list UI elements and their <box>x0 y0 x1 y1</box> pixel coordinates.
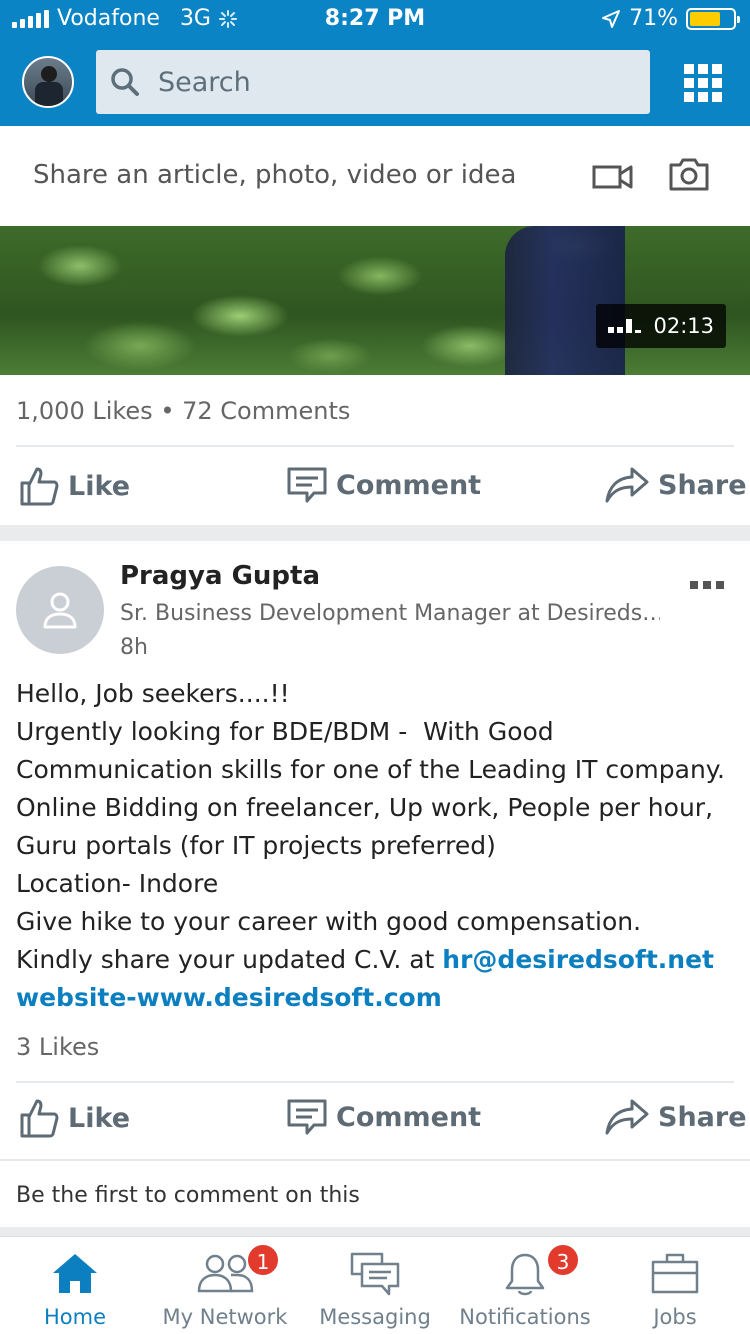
status-bar: Vodafone 3G 8:27 PM 71% <box>0 0 750 40</box>
battery-percent: 71% <box>629 6 678 31</box>
share-arrow-icon <box>605 1099 649 1135</box>
comment-icon <box>287 1099 327 1135</box>
thumbs-up-icon <box>20 1099 59 1138</box>
app-header: Vodafone 3G 8:27 PM 71% Search <box>0 0 750 126</box>
divider <box>16 1081 734 1083</box>
post-body: Hello, Job seekers....!! Urgently lookin… <box>16 675 736 1017</box>
feed-card: Pragya Gupta Sr. Business Development Ma… <box>0 541 750 1227</box>
share-button[interactable]: Share <box>604 465 747 505</box>
author-avatar[interactable] <box>16 566 104 654</box>
divider <box>0 1159 750 1161</box>
comment-button[interactable]: Comment <box>286 1097 481 1137</box>
author-headline: Sr. Business Development Manager at Desi… <box>120 601 660 626</box>
location-arrow-icon <box>602 9 621 28</box>
divider <box>16 445 734 447</box>
post-time: 8h <box>120 635 148 660</box>
more-options-icon[interactable] <box>690 581 724 589</box>
website-link[interactable]: website-www.desiredsoft.com <box>16 979 736 1017</box>
nav-jobs[interactable]: Jobs <box>600 1237 750 1334</box>
social-counts[interactable]: 1,000 Likes • 72 Comments <box>16 397 350 425</box>
bottom-nav: Home 1 My Network Messaging 3 Notificati… <box>0 1236 750 1334</box>
comment-button[interactable]: Comment <box>286 465 481 505</box>
feed-card: 1,000 Likes • 72 Comments Like Comment S… <box>0 375 750 525</box>
share-prompt: Share an article, photo, video or idea <box>33 160 517 190</box>
share-arrow-icon <box>605 467 649 503</box>
search-icon <box>111 68 139 96</box>
share-box[interactable]: Share an article, photo, video or idea <box>0 126 750 226</box>
person-placeholder-icon <box>43 592 77 629</box>
search-placeholder: Search <box>158 66 251 98</box>
nav-my-network[interactable]: 1 My Network <box>150 1237 300 1334</box>
video-duration: 02:13 <box>653 314 714 338</box>
home-icon <box>53 1254 97 1293</box>
like-button[interactable]: Like <box>18 465 130 507</box>
nav-messaging[interactable]: Messaging <box>300 1237 450 1334</box>
apps-grid-icon[interactable] <box>684 64 722 102</box>
video-camera-icon[interactable] <box>592 162 634 192</box>
share-button[interactable]: Share <box>604 1097 747 1137</box>
likes-count[interactable]: 3 Likes <box>16 1033 99 1061</box>
like-button[interactable]: Like <box>18 1097 130 1139</box>
messaging-icon <box>350 1252 400 1296</box>
video-bars-icon <box>608 319 642 333</box>
video-duration-badge: 02:13 <box>596 304 726 348</box>
nav-home[interactable]: Home <box>0 1237 150 1334</box>
network-badge: 1 <box>246 1243 280 1277</box>
battery-icon <box>686 7 740 30</box>
comment-icon <box>287 467 327 503</box>
bell-icon <box>505 1253 545 1296</box>
profile-avatar[interactable] <box>22 56 74 108</box>
nav-notifications[interactable]: 3 Notifications <box>450 1237 600 1334</box>
search-input[interactable]: Search <box>96 50 650 114</box>
author-name[interactable]: Pragya Gupta <box>120 561 320 591</box>
video-thumbnail[interactable]: 02:13 <box>0 226 750 375</box>
thumbs-up-icon <box>20 467 59 506</box>
notifications-badge: 3 <box>546 1243 580 1277</box>
camera-icon[interactable] <box>668 156 710 192</box>
briefcase-icon <box>651 1253 699 1294</box>
first-comment-prompt[interactable]: Be the first to comment on this <box>16 1183 360 1208</box>
email-link[interactable]: hr@desiredsoft.net <box>442 945 714 974</box>
